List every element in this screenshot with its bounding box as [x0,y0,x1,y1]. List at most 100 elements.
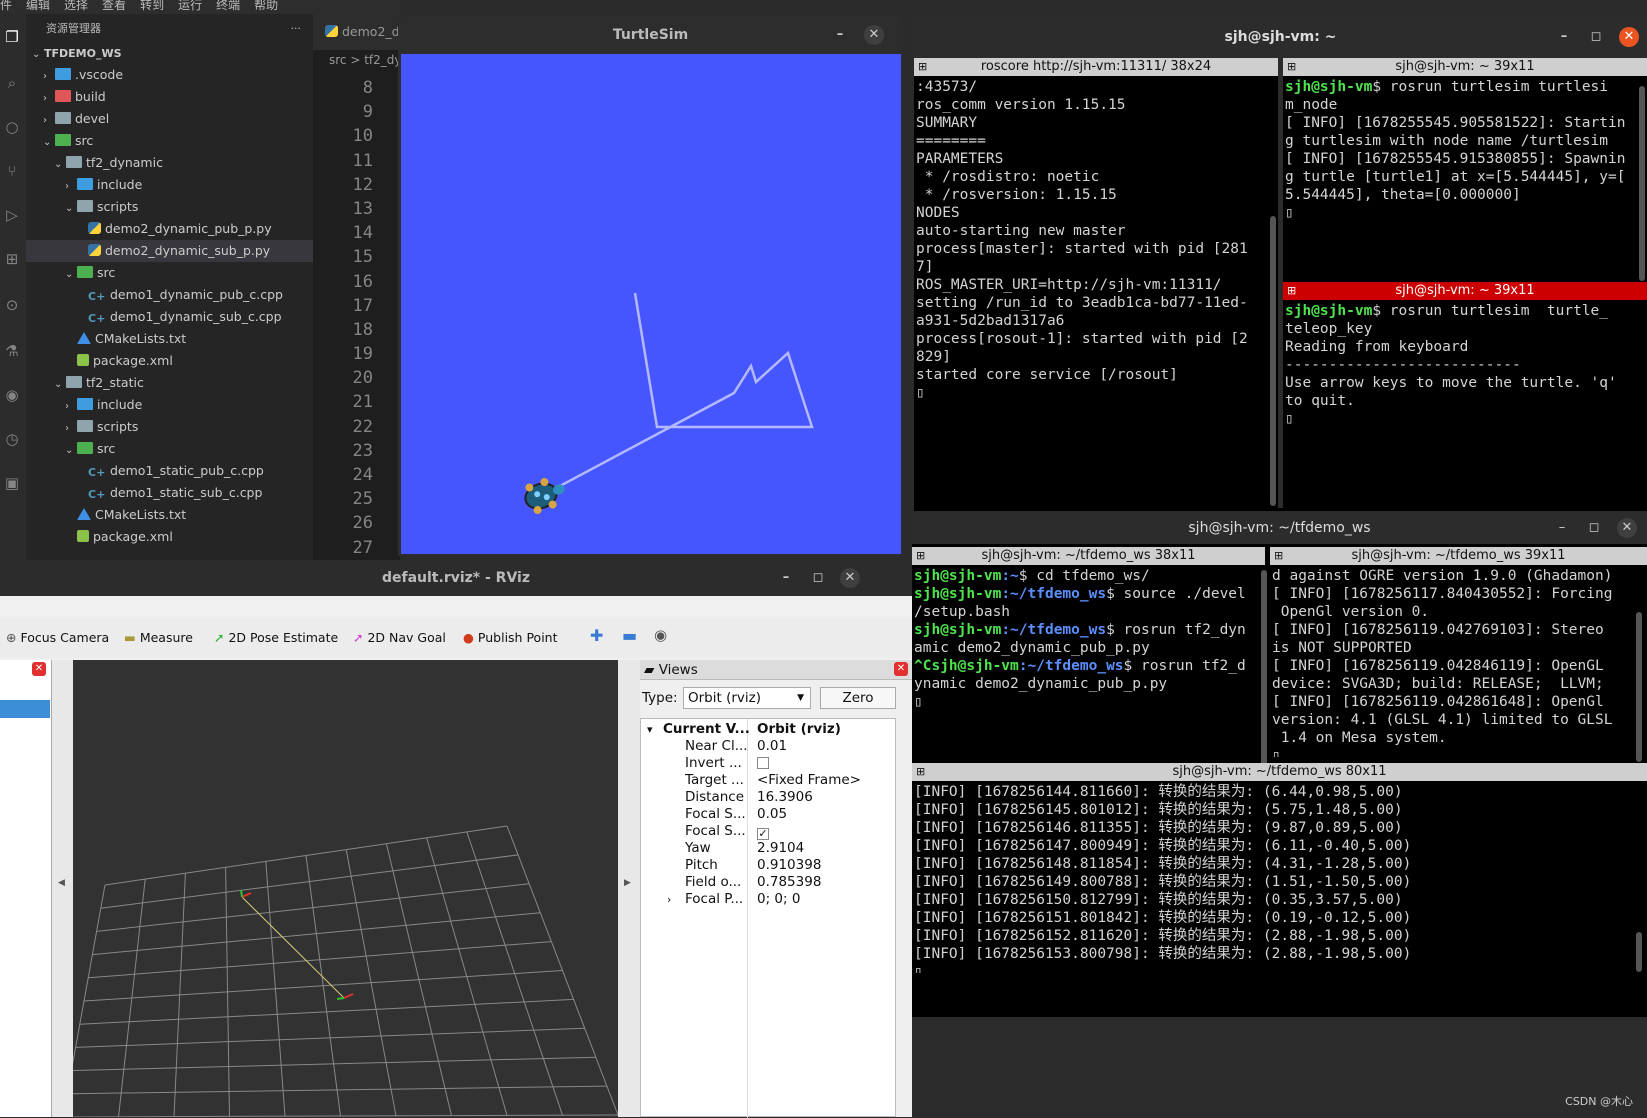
tree-item[interactable]: package.xml [26,350,313,372]
tool-button[interactable]: ● Publish Point [463,630,558,645]
editor-tab[interactable]: demo2_d [313,14,400,50]
remove-tool-icon[interactable]: ▬ [622,626,637,645]
testing-icon[interactable]: ⚗ [2,342,22,362]
close-button[interactable]: ✕ [1617,518,1637,538]
zero-button[interactable]: Zero [820,687,896,709]
tree-item[interactable]: demo2_dynamic_pub_p.py [26,218,313,240]
collapse-right-icon[interactable]: ▶ [624,878,631,888]
menu-item[interactable]: 终端 [216,0,240,12]
tree-item[interactable]: ⌄ src [26,262,313,284]
roscore-pane-title[interactable]: ⊞ roscore http://sjh-vm:11311/ 38x24 [914,58,1278,76]
menu-item[interactable]: 编辑 [26,0,50,12]
tree-item[interactable]: C+ demo1_dynamic_sub_c.cpp [26,306,313,328]
minimize-button[interactable]: – [1552,518,1572,538]
checkbox-unchecked[interactable] [757,757,769,769]
property-row[interactable]: Pitch 0.910398 [641,857,913,874]
explorer-icon[interactable]: ❐ [2,28,22,48]
splitter-right[interactable]: ▶ [618,660,640,1117]
maximize-button[interactable]: ◻ [1586,27,1606,47]
tool-button[interactable]: ➚ 2D Nav Goal [353,630,446,645]
tree-item[interactable]: ⌄ tf2_static [26,372,313,394]
scrollbar[interactable] [1636,612,1642,762]
property-row[interactable]: Distance 16.3906 [641,789,913,806]
tool-button[interactable]: ▬ Measure [124,630,193,645]
scrollbar[interactable] [1261,570,1267,770]
close-button[interactable]: ✕ [1619,27,1639,47]
property-row[interactable]: Invert ... [641,755,913,772]
menu-item[interactable]: 帮助 [254,0,278,12]
tree-item[interactable]: C+ demo1_static_sub_c.cpp [26,482,313,504]
bottom-pane-title[interactable]: ⊞ sjh@sjh-vm: ~/tfdemo_ws 80x11 [912,763,1647,781]
tree-item[interactable]: ⌄ src [26,130,313,152]
github-icon[interactable]: ◉ [2,386,22,406]
tree-item[interactable]: demo2_dynamic_sub_p.py [26,240,313,262]
tree-item[interactable]: › devel [26,108,313,130]
checkbox-checked[interactable]: ✓ [757,828,769,840]
property-row[interactable]: Focal S... 0.05 [641,806,913,823]
teleop-output[interactable]: sjh@sjh-vm$ rosrun turtlesim turtle_ tele… [1285,302,1637,502]
collapse-left-icon[interactable]: ◀ [58,878,65,888]
tree-item[interactable]: ⌄ tf2_dynamic [26,152,313,174]
maximize-button[interactable]: ◻ [808,568,828,588]
minimize-button[interactable]: – [776,568,796,588]
3d-render-view[interactable] [73,660,618,1117]
docker-icon[interactable]: ▣ [2,474,22,494]
turtlesim-node-output[interactable]: sjh@sjh-vm$ rosrun turtlesim turtlesi m_n… [1285,78,1637,278]
collapsed-arrow-icon[interactable]: › [667,891,671,908]
selected-display-row[interactable] [0,700,50,718]
property-row[interactable]: Near Cl... 0.01 [641,738,913,755]
close-button[interactable]: ✕ [840,568,860,588]
tree-item[interactable]: › build [26,86,313,108]
right-pane-title[interactable]: ⊞ sjh@sjh-vm: ~/tfdemo_ws 39x11 [1270,547,1647,565]
property-row[interactable]: ▾ Current V... Orbit (rviz) [641,721,913,738]
close-button[interactable]: ✕ [864,25,884,45]
panel-close-icon[interactable]: ✕ [32,662,46,676]
more-actions-icon[interactable]: ··· [291,14,302,44]
tree-item[interactable]: › include [26,394,313,416]
property-row[interactable]: Target ... <Fixed Frame> [641,772,913,789]
source-control-icon[interactable]: ○ [2,118,22,138]
splitter-left[interactable]: ◀ [52,660,73,1117]
roscore-output[interactable]: :43573/ros_comm version 1.15.15 SUMMARY ==… [916,78,1271,508]
scrollbar[interactable] [1639,86,1645,281]
minimize-button[interactable]: – [830,25,850,45]
tree-item[interactable]: ⌄ src [26,438,313,460]
tool-button[interactable]: ⊕ Focus Camera [6,630,109,645]
left-pane-title[interactable]: ⊞ sjh@sjh-vm: ~/tfdemo_ws 38x11 [912,547,1265,565]
menu-item[interactable]: 件 [0,0,12,12]
tree-item[interactable]: C+ demo1_static_pub_c.cpp [26,460,313,482]
property-row[interactable]: Focal S... ✓ [641,823,913,840]
tree-item[interactable]: CMakeLists.txt [26,504,313,526]
breadcrumb[interactable]: src > tf2_dy [313,50,400,72]
property-row[interactable]: Field o... 0.785398 [641,874,913,891]
tree-item[interactable]: › .vscode [26,64,313,86]
property-row[interactable]: › Focal P... 0; 0; 0 [641,891,913,908]
view-type-select[interactable]: Orbit (rviz) ▼ [683,687,811,709]
menu-item[interactable]: 查看 [102,0,126,12]
maximize-button[interactable]: ◻ [1584,518,1604,538]
tree-item[interactable]: CMakeLists.txt [26,328,313,350]
tree-item[interactable]: package.xml [26,526,313,548]
timeline-icon[interactable]: ◷ [2,430,22,450]
run-debug-icon[interactable]: ▷ [2,206,22,226]
tree-item[interactable]: C+ demo1_dynamic_pub_c.cpp [26,284,313,306]
tree-item[interactable]: ⌄ TFDEMO_WS [26,42,313,64]
property-row[interactable]: Yaw 2.9104 [641,840,913,857]
menu-item[interactable]: 选择 [64,0,88,12]
tree-item[interactable]: › include [26,174,313,196]
scrollbar[interactable] [1636,932,1642,972]
menu-item[interactable]: 运行 [178,0,202,12]
views-close-icon[interactable]: ✕ [894,662,908,676]
tree-item[interactable]: › scripts [26,416,313,438]
search-icon[interactable]: ⌕ [2,74,22,94]
tool-properties-eye-icon[interactable]: ◉ [654,626,667,644]
scrollbar[interactable] [1270,216,1276,506]
minimize-button[interactable]: – [1554,27,1574,47]
add-tool-icon[interactable]: ✚ [590,626,603,645]
remote-icon[interactable]: ⊙ [2,296,22,316]
turtlesim-pane-title[interactable]: ⊞ sjh@sjh-vm: ~ 39x11 [1283,58,1647,76]
pub-node-output[interactable]: sjh@sjh-vm:~$ cd tfdemo_ws/sjh@sjh-vm:~/… [914,567,1259,757]
tf-result-output[interactable]: [INFO] [1678256144.811660]: 转换的结果为: (6.4… [914,783,1634,973]
git-branch-icon[interactable]: ⑂ [2,162,22,182]
teleop-pane-title[interactable]: ⊞ sjh@sjh-vm: ~ 39x11 [1283,282,1647,300]
